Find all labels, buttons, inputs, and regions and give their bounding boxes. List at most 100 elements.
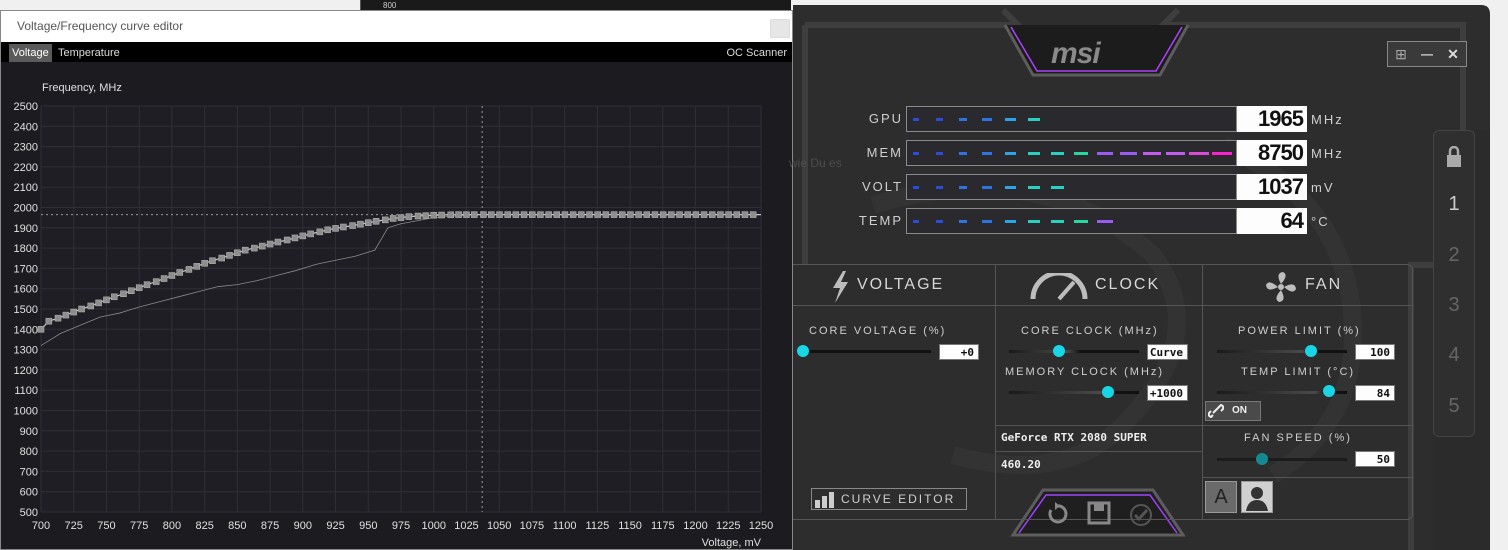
profile-1-button[interactable]: 1 bbox=[1434, 193, 1474, 216]
curve-point bbox=[70, 308, 77, 316]
readout-bar-segment bbox=[1028, 152, 1040, 155]
core-clock-slider[interactable] bbox=[1009, 350, 1139, 353]
profile-4-button[interactable]: 4 bbox=[1434, 344, 1474, 367]
curve-point bbox=[717, 211, 724, 218]
lock-icon[interactable] bbox=[1446, 146, 1462, 168]
x-tick-label: 1000 bbox=[421, 520, 445, 532]
y-tick-label: 600 bbox=[20, 487, 38, 499]
auto-fan-button[interactable]: A bbox=[1205, 481, 1237, 513]
y-tick-label: 500 bbox=[20, 507, 38, 519]
curve-point bbox=[201, 260, 208, 267]
memory-clock-slider[interactable] bbox=[1009, 391, 1139, 394]
temp-limit-knob[interactable] bbox=[1323, 385, 1335, 397]
core-clock-knob[interactable] bbox=[1053, 345, 1065, 357]
readout-bar-segment bbox=[1005, 186, 1016, 189]
readout-label-mem: MEM bbox=[866, 145, 903, 160]
minimize-button[interactable]: — bbox=[1414, 42, 1440, 66]
fan-divider bbox=[1203, 425, 1413, 426]
curve-point bbox=[488, 211, 495, 218]
readout-bar-segment bbox=[913, 152, 919, 155]
readout-bar-segment bbox=[936, 118, 944, 121]
memory-clock-value[interactable]: +1000 bbox=[1147, 385, 1188, 401]
windows-icon[interactable]: ⊞ bbox=[1388, 42, 1414, 66]
y-tick-label: 800 bbox=[20, 446, 38, 458]
curve-point bbox=[405, 213, 413, 220]
readout-unit-gpu: MHz bbox=[1311, 112, 1344, 127]
oc-scanner-button[interactable]: OC Scanner bbox=[723, 44, 790, 62]
core-voltage-label: CORE VOLTAGE (%) bbox=[809, 325, 947, 337]
readout-bar-segment bbox=[1051, 152, 1065, 155]
power-limit-knob[interactable] bbox=[1305, 345, 1317, 357]
profile-5-button[interactable]: 5 bbox=[1434, 395, 1474, 418]
curve-point bbox=[741, 211, 749, 218]
fan-speed-slider[interactable] bbox=[1217, 458, 1347, 461]
curve-point bbox=[676, 211, 683, 218]
curve-point bbox=[95, 299, 102, 307]
apply-icon[interactable] bbox=[1129, 503, 1153, 527]
fan-speed-value[interactable]: 50 bbox=[1355, 451, 1395, 467]
x-tick-label: 1050 bbox=[487, 520, 511, 532]
tab-voltage[interactable]: Voltage bbox=[9, 44, 52, 62]
core-voltage-value[interactable]: +0 bbox=[939, 344, 979, 360]
curve-point bbox=[618, 211, 626, 218]
curve-point bbox=[692, 211, 700, 218]
y-tick-label: 2300 bbox=[14, 142, 38, 154]
readout-bar-segment bbox=[982, 220, 992, 223]
curve-point bbox=[78, 305, 85, 313]
curve-point bbox=[561, 211, 569, 218]
curve-point bbox=[365, 219, 372, 226]
curve-point bbox=[733, 211, 741, 218]
curve-point bbox=[299, 232, 307, 240]
x-tick-label: 1175 bbox=[651, 520, 675, 532]
curve-point bbox=[307, 230, 314, 238]
curve-point bbox=[234, 249, 241, 257]
x-tick-label: 825 bbox=[195, 520, 213, 532]
curve-point bbox=[389, 215, 397, 222]
core-voltage-slider[interactable] bbox=[803, 350, 931, 353]
curve-point bbox=[643, 211, 651, 218]
x-tick-label: 1100 bbox=[553, 520, 577, 532]
readout-bar-volt bbox=[906, 174, 1237, 200]
vf-curve-chart[interactable]: 700 725 750 775 800 825 850 875 900 925 950 975 1000… bbox=[1, 62, 792, 550]
link-toggle[interactable]: ON bbox=[1205, 401, 1261, 421]
curve-point bbox=[274, 238, 282, 246]
curve-point bbox=[283, 236, 291, 244]
readout-bar-segment bbox=[1143, 152, 1161, 155]
curve-point bbox=[438, 211, 445, 219]
curve-point bbox=[291, 234, 299, 242]
close-button[interactable]: ✕ bbox=[1440, 42, 1466, 66]
fan-speed-knob[interactable] bbox=[1256, 453, 1268, 465]
curve-editor-title: Voltage/Frequency curve editor bbox=[17, 19, 184, 33]
user-fan-button[interactable] bbox=[1241, 481, 1273, 513]
curve-point bbox=[414, 212, 422, 220]
readout-bar-segment bbox=[1074, 152, 1089, 155]
curve-point bbox=[569, 211, 577, 218]
temp-limit-value[interactable]: 84 bbox=[1355, 385, 1395, 401]
save-icon[interactable] bbox=[1087, 501, 1111, 525]
readout-bar-segment bbox=[1120, 152, 1137, 155]
profile-2-button[interactable]: 2 bbox=[1434, 244, 1474, 267]
ghost-text: wie Du es bbox=[789, 156, 842, 170]
readout-bar-segment bbox=[1212, 152, 1232, 155]
close-button[interactable] bbox=[770, 19, 790, 38]
y-tick-label: 900 bbox=[20, 426, 38, 438]
memory-clock-knob[interactable] bbox=[1102, 386, 1114, 398]
power-limit-slider[interactable] bbox=[1217, 350, 1347, 353]
core-voltage-knob[interactable] bbox=[797, 345, 809, 357]
tab-temperature[interactable]: Temperature bbox=[55, 44, 123, 62]
curve-point bbox=[422, 212, 430, 219]
curve-point bbox=[185, 266, 193, 273]
readout-bar-segment bbox=[913, 118, 919, 121]
curve-editor-button[interactable]: CURVE EDITOR bbox=[811, 488, 967, 510]
curve-point bbox=[226, 252, 233, 259]
reset-icon[interactable] bbox=[1046, 502, 1068, 526]
curve-editor-titlebar[interactable]: Voltage/Frequency curve editor bbox=[1, 11, 792, 43]
core-clock-value[interactable]: Curve bbox=[1147, 344, 1188, 360]
profile-3-button[interactable]: 3 bbox=[1434, 294, 1474, 317]
y-tick-label: 2400 bbox=[14, 121, 38, 133]
power-limit-value[interactable]: 100 bbox=[1355, 344, 1395, 360]
curve-point bbox=[324, 226, 331, 234]
readout-bar-segment bbox=[1097, 152, 1113, 155]
curve-point bbox=[316, 228, 324, 236]
readout-bar-segment bbox=[913, 220, 919, 223]
